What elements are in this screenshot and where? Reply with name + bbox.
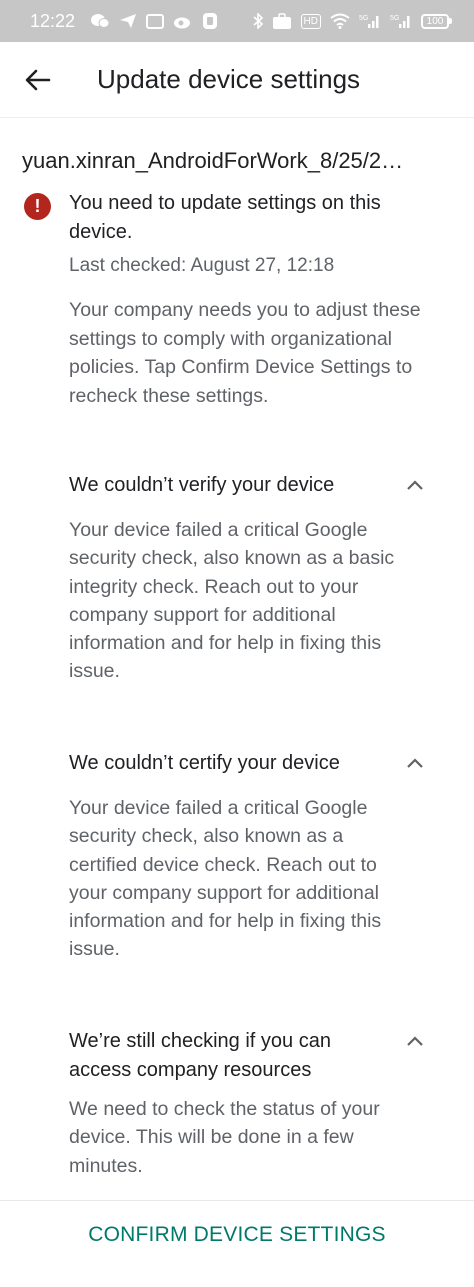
last-checked: Last checked: August 27, 12:18	[69, 255, 335, 276]
confirm-device-settings-button[interactable]: CONFIRM DEVICE SETTINGS	[0, 1210, 474, 1260]
app-bar: Update device settings	[0, 42, 474, 118]
send-notification-icon	[119, 13, 137, 29]
issue-header-access[interactable]: We’re still checking if you can access c…	[69, 1027, 449, 1085]
issue-title: We couldn’t verify your device	[69, 474, 335, 496]
status-time: 12:22	[30, 10, 76, 31]
error-icon: !	[24, 193, 51, 220]
bluetooth-icon	[253, 13, 263, 29]
chevron-up-icon[interactable]	[403, 1029, 427, 1053]
issue-title: We’re still checking if you can access c…	[69, 1030, 331, 1081]
status-bar: 12:22 HD 5G 5G 100	[0, 0, 474, 42]
chevron-up-icon[interactable]	[403, 473, 427, 497]
warning-title: You need to update settings on this devi…	[69, 192, 381, 243]
weibo-notification-icon	[173, 13, 193, 29]
chevron-up-icon[interactable]	[403, 751, 427, 775]
page-title: Update device settings	[97, 64, 361, 94]
warning-explanation: Your company needs you to adjust these s…	[69, 299, 421, 407]
battery-icon: 100	[421, 13, 452, 29]
wifi-icon	[330, 13, 350, 29]
chat-notification-icon	[90, 13, 110, 29]
issue-body: Your device failed a critical Google sec…	[69, 797, 382, 961]
signal-icon-sim2: 5G	[390, 13, 412, 29]
svg-text:5G: 5G	[359, 15, 368, 22]
issue-body: Your device failed a critical Google sec…	[69, 519, 395, 683]
status-bar-right: HD 5G 5G 100	[253, 12, 452, 30]
back-button[interactable]	[18, 60, 58, 100]
issue-header-verify[interactable]: We couldn’t verify your device	[69, 471, 449, 500]
hd-indicator: HD	[300, 13, 321, 29]
battery-level: 100	[421, 13, 449, 29]
issue-title: We couldn’t certify your device	[69, 752, 340, 774]
status-bar-left: 12:22	[30, 11, 218, 32]
app-notification-icon	[202, 12, 218, 30]
contacts-notification-icon	[146, 13, 165, 29]
issue-header-certify[interactable]: We couldn’t certify your device	[69, 749, 449, 778]
briefcase-icon	[272, 12, 292, 30]
issue-body: We need to check the status of your devi…	[69, 1098, 380, 1177]
svg-text:5G: 5G	[390, 15, 399, 22]
device-name: yuan.xinran_AndroidForWork_8/25/2…	[22, 148, 404, 173]
bottom-divider	[0, 1200, 474, 1201]
arrow-back-icon	[25, 69, 51, 90]
signal-icon-sim1: 5G	[359, 13, 381, 29]
